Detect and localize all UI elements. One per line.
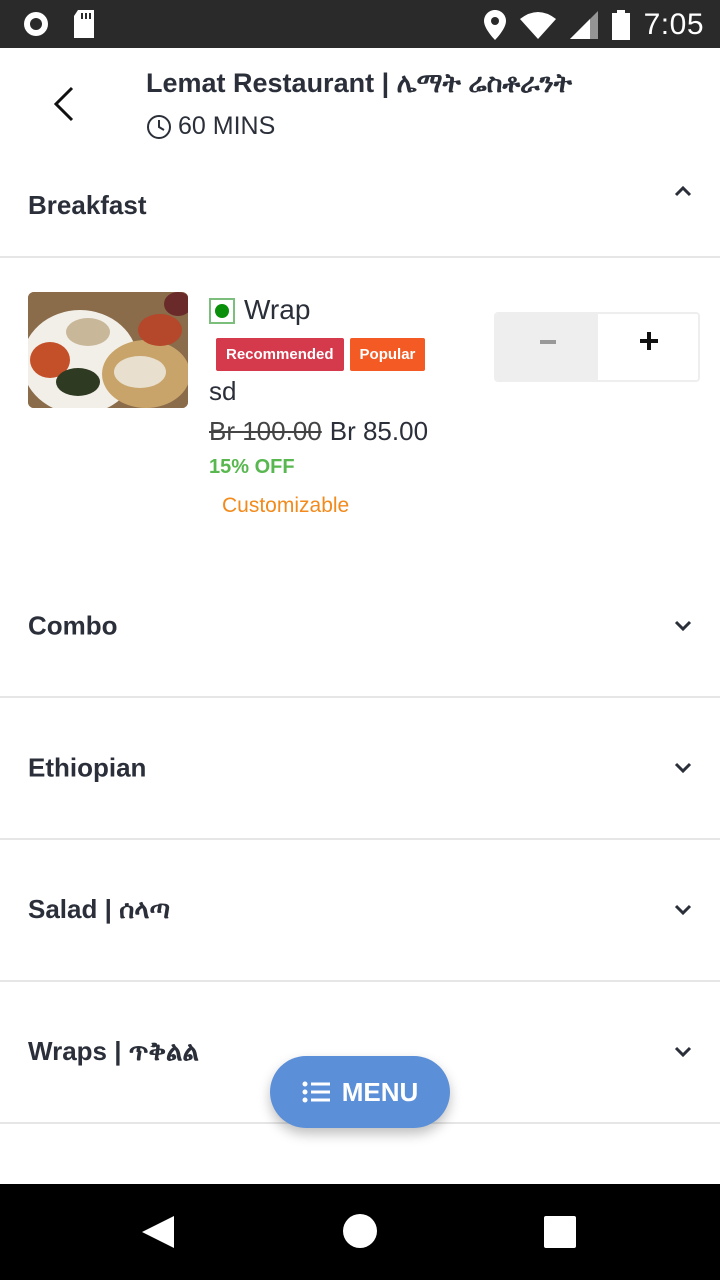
- category-salad[interactable]: Salad | ሰላጣ: [0, 840, 720, 982]
- signal-icon: [569, 11, 598, 39]
- nav-back-icon[interactable]: [140, 1214, 176, 1250]
- restaurant-title: Lemat Restaurant | ሌማት ሬስቶራንት: [146, 68, 572, 98]
- category-combo[interactable]: Combo: [0, 556, 720, 698]
- record-icon: [24, 12, 48, 36]
- sd-card-icon: [74, 10, 94, 38]
- chevron-up-icon[interactable]: [672, 180, 694, 202]
- nav-recents-icon[interactable]: [544, 1216, 576, 1248]
- status-bar: 7:05: [0, 0, 720, 48]
- item-badges: Recommended Popular: [216, 338, 426, 371]
- nav-home-icon[interactable]: [343, 1214, 377, 1248]
- decrease-button[interactable]: [496, 314, 598, 380]
- menu-button[interactable]: MENU: [270, 1056, 450, 1128]
- customizable-link[interactable]: Customizable: [222, 494, 349, 518]
- delivery-time: 60 MINS: [146, 112, 275, 141]
- chevron-down-icon[interactable]: [672, 757, 694, 779]
- clock-icon: [147, 114, 171, 139]
- list-icon: [302, 1081, 330, 1103]
- wifi-icon: [519, 12, 556, 39]
- chevron-down-icon[interactable]: [672, 899, 694, 921]
- menu-button-label: MENU: [341, 1076, 419, 1107]
- original-price: Br 100.00: [209, 416, 322, 446]
- category-title: Ethiopian: [28, 752, 147, 783]
- veg-indicator-icon: [209, 298, 235, 324]
- discounted-price: Br 85.00: [329, 416, 429, 446]
- quantity-stepper: [494, 312, 700, 382]
- battery-icon: [611, 10, 630, 40]
- recommended-badge: Recommended: [216, 338, 344, 371]
- menu-item: Wrap Recommended Popular sd Br 100.00 Br…: [0, 258, 720, 558]
- chevron-down-icon[interactable]: [672, 615, 694, 637]
- category-title: Combo: [28, 610, 118, 641]
- item-name: Wrap: [244, 294, 311, 325]
- discount-label: 15% OFF: [209, 456, 295, 478]
- chevron-down-icon[interactable]: [672, 1041, 694, 1063]
- category-title: Salad | ሰላጣ: [28, 894, 171, 924]
- location-icon: [483, 10, 506, 40]
- increase-button[interactable]: [598, 314, 698, 380]
- category-title: Breakfast: [28, 190, 147, 220]
- restaurant-header: Lemat Restaurant | ሌማት ሬስቶራንት 60 MINS: [0, 48, 720, 158]
- status-time: 7:05: [643, 8, 704, 41]
- category-ethiopian[interactable]: Ethiopian: [0, 698, 720, 840]
- delivery-time-label: 60 MINS: [178, 112, 276, 140]
- category-title: Wraps | ጥቅልል: [28, 1036, 199, 1066]
- back-arrow-icon[interactable]: [44, 84, 84, 124]
- item-prices: Br 100.00 Br 85.00: [209, 416, 428, 447]
- food-image: [28, 292, 188, 408]
- popular-badge: Popular: [349, 338, 426, 371]
- item-description: sd: [209, 376, 237, 406]
- system-nav-bar: [0, 1184, 720, 1280]
- category-breakfast[interactable]: Breakfast: [0, 158, 720, 258]
